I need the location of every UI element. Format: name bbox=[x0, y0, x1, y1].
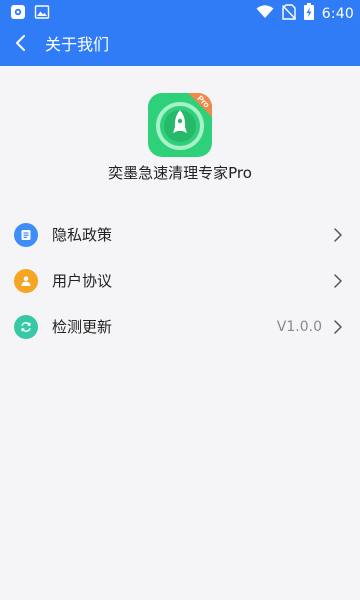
menu-item-label: 检测更新 bbox=[52, 318, 113, 336]
chevron-right-icon bbox=[334, 320, 342, 334]
chevron-right-icon bbox=[334, 228, 342, 242]
app-bar: 关于我们 bbox=[0, 24, 360, 66]
menu-item-label: 用户协议 bbox=[52, 272, 113, 290]
menu-item-user-agreement[interactable]: 用户协议 bbox=[0, 258, 360, 304]
no-sim-icon bbox=[281, 3, 296, 24]
gallery-notification-icon bbox=[34, 4, 50, 24]
chevron-right-icon bbox=[334, 274, 342, 288]
rocket-logo-icon: Pro bbox=[148, 93, 212, 157]
app-logo: Pro bbox=[148, 93, 212, 157]
settings-notification-icon bbox=[10, 4, 26, 24]
page-title: 关于我们 bbox=[45, 35, 110, 54]
menu-item-check-update[interactable]: 检测更新 V1.0.0 bbox=[0, 304, 360, 350]
status-bar-notifications bbox=[10, 4, 50, 24]
wifi-icon bbox=[256, 4, 274, 24]
status-time: 6:40 bbox=[321, 5, 354, 22]
version-number: V1.0.0 bbox=[276, 319, 322, 335]
document-icon bbox=[14, 223, 38, 247]
app-name: 奕墨急速清理专家Pro bbox=[108, 164, 252, 182]
refresh-icon bbox=[14, 315, 38, 339]
status-bar: 6:40 bbox=[0, 0, 360, 24]
back-button[interactable] bbox=[6, 30, 36, 60]
back-arrow-icon bbox=[14, 34, 28, 56]
battery-charging-icon bbox=[303, 3, 314, 24]
about-menu: 隐私政策 用户协议 检测更新 V1.0.0 bbox=[0, 212, 360, 350]
menu-item-privacy-policy[interactable]: 隐私政策 bbox=[0, 212, 360, 258]
status-bar-system: 6:40 bbox=[256, 3, 354, 24]
menu-item-label: 隐私政策 bbox=[52, 226, 113, 244]
user-icon bbox=[14, 269, 38, 293]
